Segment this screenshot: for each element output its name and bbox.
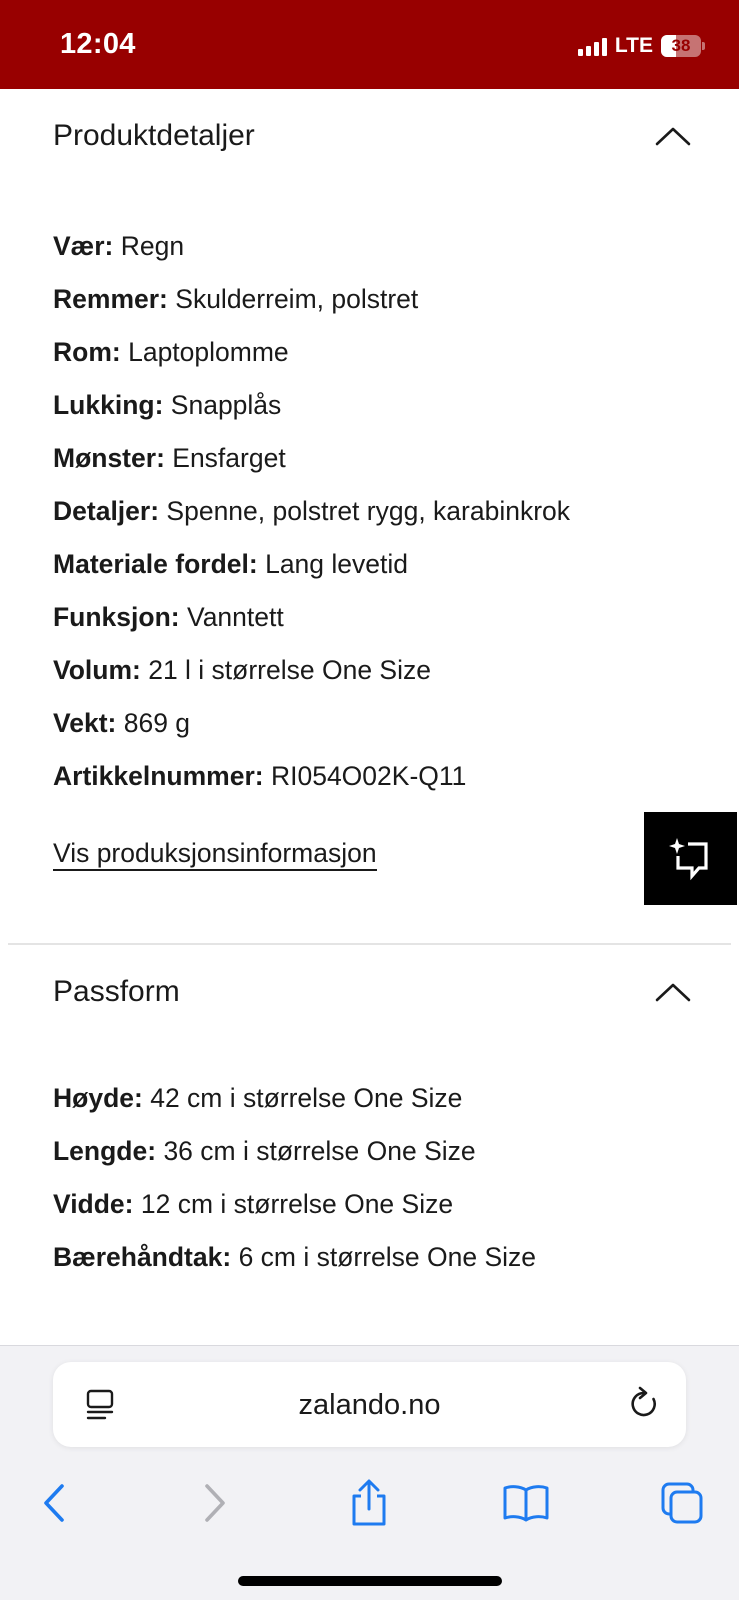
- network-label: LTE: [614, 34, 653, 57]
- detail-row: Funksjon: Vanntett: [53, 602, 284, 632]
- status-bar: 12:04 LTE 38: [0, 0, 739, 89]
- bookmarks-icon: [503, 1485, 549, 1522]
- detail-row: Rom: Laptoplomme: [53, 337, 289, 367]
- status-time: 12:04: [60, 28, 136, 60]
- fit-details-list: Høyde: 42 cm i størrelse One Size Lengde…: [53, 1083, 693, 1295]
- status-indicators: LTE 38: [577, 34, 705, 58]
- detail-row: Vidde: 12 cm i størrelse One Size: [53, 1189, 454, 1219]
- url-text: zalando.no: [298, 1389, 441, 1421]
- detail-row: Materiale fordel: Lang levetid: [53, 549, 408, 579]
- detail-row: Høyde: 42 cm i størrelse One Size: [53, 1083, 463, 1113]
- forward-button[interactable]: [184, 1473, 244, 1533]
- detail-row: Mønster: Ensfarget: [53, 443, 286, 473]
- detail-row: Lukking: Snapplås: [53, 390, 282, 420]
- detail-row: Remmer: Skulderreim, polstret: [53, 284, 419, 314]
- production-info-link[interactable]: Vis produksjonsinformasjon: [53, 838, 377, 871]
- chevron-up-icon[interactable]: [653, 980, 693, 1004]
- section-title-product-details: Produktdetaljer: [53, 119, 255, 152]
- product-details-list: Vær: Regn Remmer: Skulderreim, polstret …: [53, 231, 693, 814]
- reload-icon[interactable]: [626, 1386, 662, 1422]
- back-icon: [44, 1484, 64, 1522]
- detail-row: Detaljer: Spenne, polstret rygg, karabin…: [53, 496, 571, 526]
- detail-row: Volum: 21 l i størrelse One Size: [53, 655, 431, 685]
- section-divider: [8, 943, 731, 945]
- product-details-header[interactable]: Produktdetaljer: [53, 111, 693, 161]
- back-button[interactable]: [25, 1473, 85, 1533]
- section-title-fit: Passform: [53, 975, 180, 1008]
- signal-icon: [577, 36, 607, 56]
- ai-assistant-button[interactable]: [644, 812, 737, 905]
- browser-nav: [0, 1473, 739, 1533]
- detail-row: Vær: Regn: [53, 231, 185, 261]
- detail-row: Bærehåndtak: 6 cm i størrelse One Size: [53, 1242, 537, 1272]
- battery-icon: 38: [661, 35, 705, 57]
- sparkle-chat-icon: [668, 837, 708, 880]
- forward-icon: [205, 1484, 225, 1522]
- address-bar[interactable]: zalando.no: [53, 1362, 686, 1447]
- detail-row: Lengde: 36 cm i størrelse One Size: [53, 1136, 476, 1166]
- share-button[interactable]: [339, 1473, 399, 1533]
- fit-header[interactable]: Passform: [53, 967, 693, 1017]
- share-icon: [352, 1479, 386, 1526]
- browser-toolbar: zalando.no: [0, 1345, 739, 1600]
- tabs-icon: [661, 1482, 703, 1524]
- battery-percent: 38: [671, 36, 691, 55]
- bookmarks-button[interactable]: [496, 1473, 556, 1533]
- home-indicator: [238, 1576, 502, 1586]
- detail-row: Artikkelnummer: RI054O02K-Q11: [53, 761, 467, 791]
- detail-row: Vekt: 869 g: [53, 708, 191, 738]
- tabs-button[interactable]: [652, 1473, 712, 1533]
- chevron-up-icon[interactable]: [653, 124, 693, 148]
